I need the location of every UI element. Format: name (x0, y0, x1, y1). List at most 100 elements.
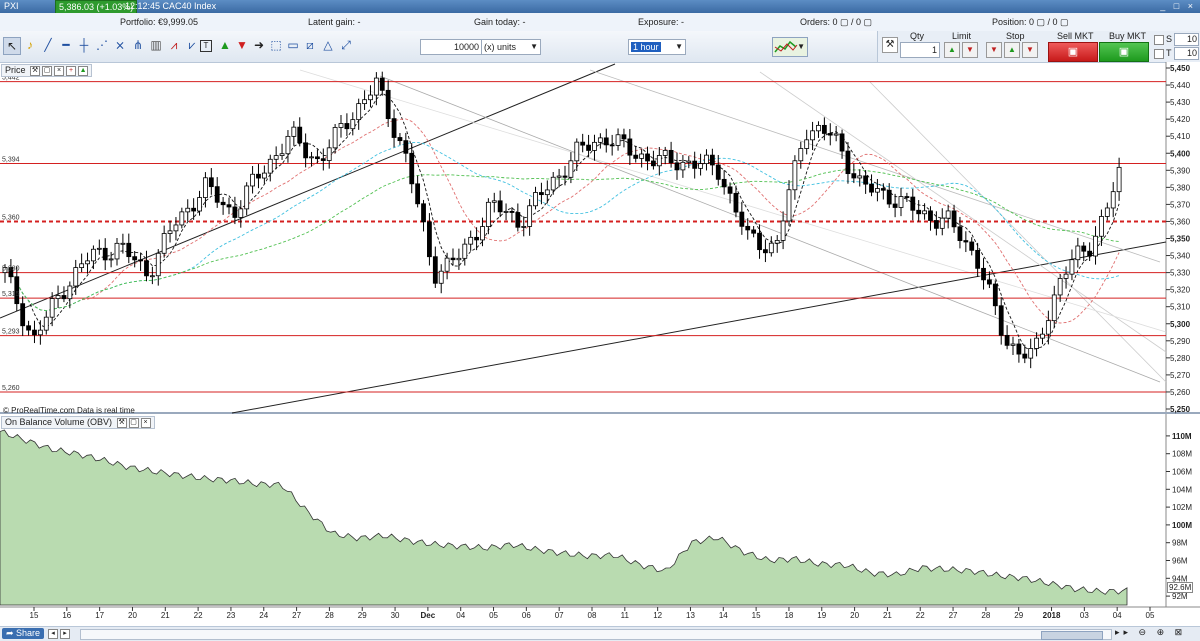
rectangle-drag-icon[interactable]: ⬚ (268, 37, 284, 53)
candle-body (533, 192, 538, 207)
wrench-icon[interactable]: ⚒ (30, 65, 41, 76)
bell-icon[interactable]: ♪ (22, 37, 38, 53)
timeframe-select[interactable]: 1 hour ▼ (628, 39, 686, 55)
candle-body (709, 154, 715, 166)
position-count[interactable]: Position: 0 ▢ / 0 ▢ (992, 17, 1069, 28)
x-tick-label: 20 (128, 611, 137, 620)
trash-icon[interactable]: ▥ (148, 37, 164, 53)
scrollbar-thumb[interactable] (1041, 631, 1103, 640)
candle-body (609, 144, 615, 147)
candle-body (26, 325, 31, 331)
add-indicator-icon[interactable]: + (66, 65, 77, 76)
channel-icon[interactable]: ⧄ (302, 37, 318, 53)
maximize-icon[interactable]: ▢ (128, 417, 139, 428)
candle-body (839, 133, 845, 152)
obv-tick-label: 102M (1172, 503, 1192, 512)
stop-sell-icon[interactable]: ▼ (986, 42, 1002, 58)
trend-line (869, 81, 1167, 383)
zigzag-icon[interactable]: ⩘ (166, 37, 182, 53)
triangle-icon[interactable]: △ (320, 37, 336, 53)
limit-buy-icon[interactable]: ▲ (944, 42, 960, 58)
candle-body (621, 134, 627, 140)
candle-body (191, 207, 197, 212)
sell-mkt-label: Sell MKT (1057, 31, 1094, 41)
candle-body (132, 256, 138, 261)
x-tick-label: 21 (161, 611, 170, 620)
horizontal-line-icon[interactable]: ━ (58, 37, 74, 53)
indicator-menu-button[interactable]: ▼ (772, 37, 808, 57)
chart-area[interactable]: 5,450 5,440 5,430 5,420 5,410 5,400 5,390 5,380… (0, 62, 1200, 628)
x-tick-label: 05 (1146, 611, 1155, 620)
pattern-icon[interactable]: ⩗ (184, 37, 200, 53)
stop-alt-icon[interactable]: ▼ (1022, 42, 1038, 58)
right-arrow-icon[interactable]: ➜ (251, 37, 267, 53)
limit-sell-icon[interactable]: ▼ (962, 42, 978, 58)
orders-count[interactable]: Orders: 0 ▢ / 0 ▢ (800, 17, 872, 28)
vertical-line-icon[interactable]: ┼ (76, 37, 92, 53)
history-scrollbar[interactable] (80, 629, 1112, 640)
s-checkbox[interactable] (1154, 35, 1164, 45)
portfolio-value: Portfolio: €9,999.05 (120, 17, 199, 27)
qty-input[interactable]: 1 (900, 42, 940, 58)
expand-icon[interactable]: ⤢ (338, 37, 354, 53)
pitchfork-icon[interactable]: ⋔ (130, 37, 146, 53)
candle-body (468, 236, 474, 245)
candle-body (845, 150, 851, 175)
candle-body (704, 154, 709, 165)
window-controls[interactable]: _ □ × (1160, 1, 1196, 11)
candle-body (680, 161, 686, 171)
text-icon[interactable]: T (200, 40, 212, 52)
buy-mkt-label: Buy MKT (1109, 31, 1147, 41)
s-input[interactable]: 10 (1174, 33, 1199, 46)
instrument-description: 12:12:45 CAC40 Index (125, 1, 217, 11)
candle-body (261, 172, 267, 179)
candle-body (975, 249, 981, 269)
maximize-icon[interactable]: ▢ (42, 65, 53, 76)
candle-body (138, 259, 143, 262)
wrench-icon[interactable]: ⚒ (116, 417, 127, 428)
candle-body (332, 127, 338, 149)
scroll-left-icon[interactable]: ◂ (48, 628, 58, 639)
chart-indicator-icon (774, 40, 798, 53)
quantity-input[interactable]: 10000 (420, 39, 482, 55)
chart-canvas[interactable]: 5,450 5,440 5,430 5,420 5,410 5,400 5,390 5,380… (0, 62, 1200, 628)
zoom-controls[interactable]: ▸▸ ⊖ ⊕ ⊠ (1115, 627, 1186, 638)
s-label: S (1166, 34, 1173, 44)
candle-body (1022, 353, 1028, 359)
x-tick-label: 07 (555, 611, 564, 620)
price-tick-label: 5,340 (1170, 252, 1191, 261)
candle-body (1051, 294, 1057, 322)
price-tick-label: 5,410 (1170, 132, 1191, 141)
buy-mkt-button[interactable]: ▣ (1099, 42, 1149, 62)
sell-mkt-button[interactable]: ▣ (1048, 42, 1098, 62)
close-icon[interactable]: × (54, 65, 65, 76)
t-checkbox[interactable] (1154, 49, 1164, 59)
close-icon[interactable]: × (140, 417, 151, 428)
up-arrow-icon[interactable]: ▲ (217, 37, 233, 53)
scroll-arrows[interactable]: ◂ ▸ (46, 628, 76, 639)
stop-buy-icon[interactable]: ▲ (1004, 42, 1020, 58)
candle-body (733, 192, 739, 213)
wrench-icon[interactable]: ⚒ (882, 37, 898, 53)
cursor-icon[interactable]: ↖ (3, 37, 21, 55)
t-input[interactable]: 10 (1174, 47, 1199, 60)
units-label: (x) units (484, 42, 517, 52)
candle-body (1010, 343, 1016, 346)
x-tick-label: 23 (226, 611, 235, 620)
fibonacci-icon[interactable]: ⋰ (94, 37, 110, 53)
share-button[interactable]: ➦ Share (2, 628, 45, 639)
x-tick-label: 29 (358, 611, 367, 620)
candle-body (279, 153, 285, 156)
gann-icon[interactable]: ⨯ (112, 37, 128, 53)
move-up-icon[interactable]: ▲ (78, 65, 89, 76)
candle-body (344, 123, 350, 130)
candle-body (768, 242, 774, 254)
candle-body (96, 247, 102, 250)
x-tick-label: 05 (489, 611, 498, 620)
rectangle-icon[interactable]: ▭ (285, 37, 301, 53)
down-arrow-icon[interactable]: ▼ (234, 37, 250, 53)
units-select[interactable]: (x) units ▼ (481, 39, 541, 55)
line-icon[interactable]: ╱ (40, 37, 56, 53)
scroll-right-icon[interactable]: ▸ (60, 628, 70, 639)
gain-today: Gain today: - (474, 17, 526, 27)
